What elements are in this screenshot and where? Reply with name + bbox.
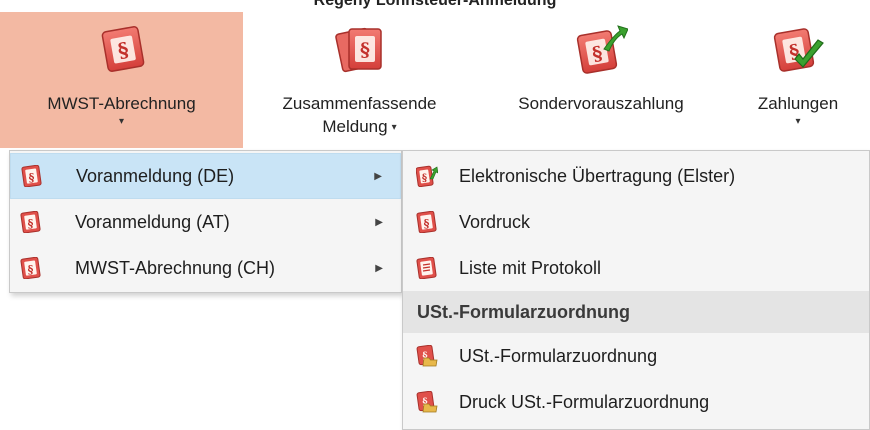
menu-item-voranmeldung-de[interactable]: § Voranmeldung (DE) ▶ — [10, 153, 401, 199]
meldung-label: Meldung — [322, 117, 388, 136]
sondervorauszahlung-button[interactable]: § Sondervorauszahlung — [476, 12, 726, 148]
mwst-dropdown-menu: § Voranmeldung (DE) ▶ § Voranmeldung (AT… — [9, 150, 402, 293]
menu-item-label: Vordruck — [459, 211, 531, 232]
voranmeldung-de-submenu: § Elektronische Übertragung (Elster) § V… — [402, 150, 870, 430]
zahlungen-button[interactable]: § Zahlungen ▾ — [726, 12, 870, 148]
paragraph-list-icon — [416, 257, 437, 279]
svg-text:§: § — [29, 171, 35, 184]
menu-item-liste-mit-protokoll[interactable]: Liste mit Protokoll — [403, 245, 869, 291]
paragraph-doc-icon: § — [101, 26, 144, 72]
menu-item-label: Voranmeldung (AT) — [75, 211, 230, 232]
sondervorauszahlung-label: Sondervorauszahlung — [518, 94, 684, 113]
paragraph-doc-checkmark-icon: § — [773, 28, 824, 72]
paragraph-icon: § — [416, 211, 437, 233]
caption-text: Regeny Lohnsteuer-Anmeldung — [313, 0, 557, 9]
zahlungen-label: Zahlungen — [757, 94, 839, 113]
menu-item-label: MWST-Abrechnung (CH) — [75, 257, 276, 278]
svg-text:§: § — [422, 173, 427, 184]
paragraph-docs-stack-icon: § — [334, 27, 382, 73]
zusammenfassende-label: Zusammenfassende — [282, 94, 437, 113]
zusammenfassende-meldung-button[interactable]: § Zusammenfassende Meldung ▾ — [243, 12, 476, 148]
partial-caption: Regeny Lohnsteuer-Anmeldung — [0, 0, 870, 12]
menu-item-label: Voranmeldung (DE) — [76, 165, 235, 186]
submenu-arrow-icon: ▶ — [374, 170, 382, 182]
ribbon-toolbar: § MWST-Abrechnung ▾ § Zusammenfassende M… — [0, 12, 870, 150]
mwst-abrechnung-label: MWST-Abrechnung — [47, 94, 196, 113]
svg-text:§: § — [424, 217, 430, 230]
paragraph-icon: § — [20, 211, 41, 233]
menu-item-druck-ust-formularzuordnung[interactable]: § Druck USt.-Formularzuordnung — [403, 379, 869, 425]
submenu-arrow-icon: ▶ — [375, 262, 383, 274]
chevron-down-icon: ▾ — [118, 116, 125, 127]
svg-text:§: § — [28, 263, 34, 276]
section-header-ust-formularzuordnung: USt.-Formularzuordnung — [403, 291, 869, 333]
paragraph-icon: § — [21, 165, 42, 187]
menu-item-mwst-abrechnung-ch[interactable]: § MWST-Abrechnung (CH) ▶ — [10, 245, 401, 291]
paragraph-icon: § — [20, 257, 41, 279]
chevron-down-icon: ▾ — [795, 116, 801, 127]
menu-item-ust-formularzuordnung[interactable]: § USt.-Formularzuordnung — [403, 333, 869, 379]
paragraph-doc-green-arrow-icon: § — [576, 25, 628, 74]
paragraph-folder-icon: § — [416, 345, 438, 367]
menu-item-label: Elektronische Übertragung (Elster) — [459, 165, 736, 186]
menu-item-elster[interactable]: § Elektronische Übertragung (Elster) — [403, 153, 869, 199]
chevron-down-icon: ▾ — [391, 122, 397, 133]
mwst-abrechnung-button[interactable]: § MWST-Abrechnung ▾ — [0, 12, 243, 148]
meldung-line: Meldung ▾ — [322, 115, 396, 141]
svg-text:§: § — [28, 217, 34, 230]
paragraph-transfer-icon: § — [416, 165, 438, 187]
menu-item-label: Liste mit Protokoll — [459, 257, 602, 278]
submenu-arrow-icon: ▶ — [375, 216, 383, 228]
menu-item-label: Druck USt.-Formularzuordnung — [459, 391, 710, 412]
menu-item-label: USt.-Formularzuordnung — [459, 345, 658, 366]
menu-item-voranmeldung-at[interactable]: § Voranmeldung (AT) ▶ — [10, 199, 401, 245]
paragraph-folder-icon: § — [416, 391, 438, 413]
menu-item-vordruck[interactable]: § Vordruck — [403, 199, 869, 245]
svg-text:§: § — [360, 39, 370, 61]
